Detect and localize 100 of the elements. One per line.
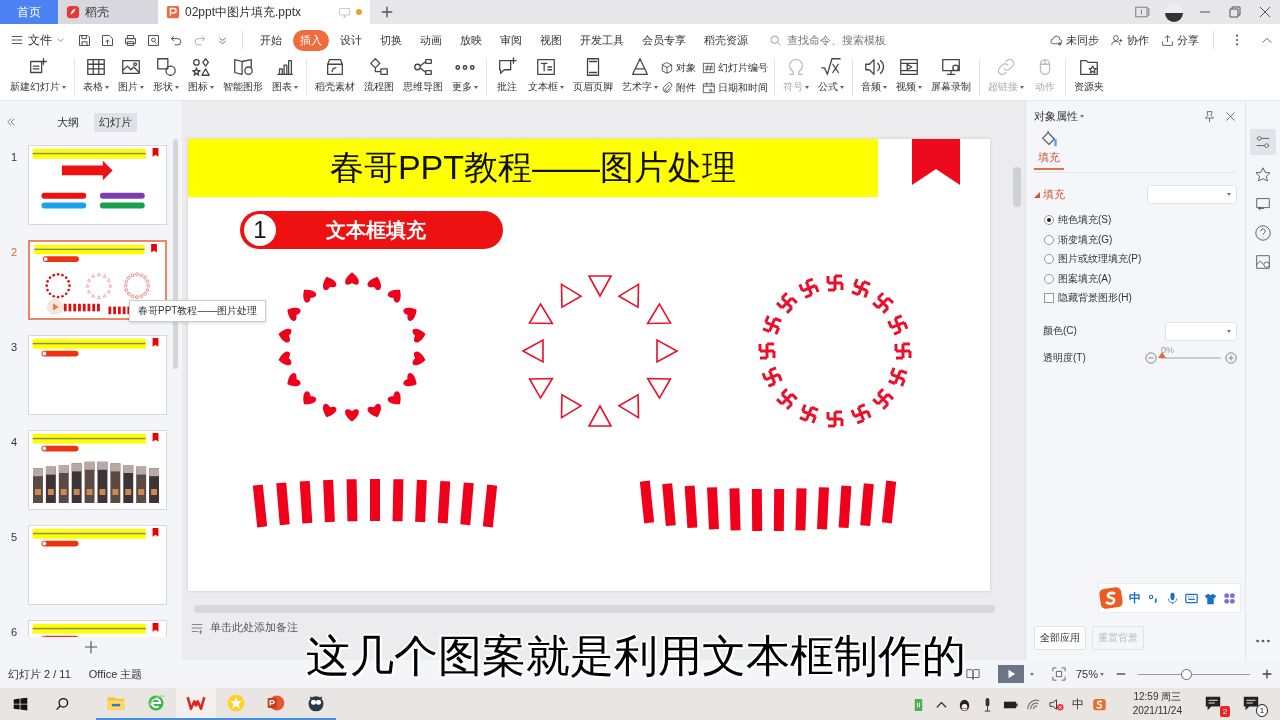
input-method-icon[interactable] [1099,586,1123,610]
zoom-in-icon[interactable] [1260,667,1274,681]
ribbon-button[interactable]: 音频 [859,56,889,94]
preview-icon[interactable] [146,32,161,48]
document-tab[interactable]: 首页 [0,0,58,24]
bird-app-icon[interactable] [306,693,326,713]
pane-tab[interactable]: 大纲 [52,112,84,132]
ribbon-button[interactable]: 幻灯片编号 [702,59,768,77]
menu-tab[interactable]: 审阅 [493,29,529,51]
new-tab-icon[interactable] [380,5,394,19]
close-icon[interactable] [1257,4,1273,20]
avatar[interactable] [1164,2,1184,22]
ribbon-button[interactable]: 屏幕录制 [929,56,973,94]
ribbon-button[interactable]: 页眉页脚 [571,56,615,94]
ribbon-button[interactable]: 流程图 [362,56,396,94]
slide-thumbnail[interactable] [28,335,167,415]
star-app-icon[interactable] [226,693,246,713]
ribbon-button[interactable]: 日期和时间 [702,79,768,97]
pin-icon[interactable] [1203,110,1216,123]
ribbon-button[interactable]: 稻壳素材 [313,56,357,94]
fit-window-icon[interactable] [1051,667,1066,681]
ribbon-button[interactable]: 新建幻灯片 [8,56,68,94]
ribbon-button[interactable]: 更多 [450,56,480,94]
file-menu[interactable]: 文件 [10,31,65,49]
plus-icon[interactable] [1225,351,1237,364]
slide-thumbnail[interactable] [28,525,167,605]
document-tab[interactable]: 02ppt中图片填充.pptx [158,0,370,24]
document-tab[interactable]: 稻壳 [58,0,158,24]
ribbon-button[interactable]: 视频 [894,56,924,94]
book-icon[interactable] [965,667,980,681]
zoom-level[interactable]: 75% [1075,668,1104,680]
menu-tab[interactable]: 设计 [333,29,369,51]
menu-tab[interactable]: 切换 [373,29,409,51]
slider-thumb[interactable] [1181,668,1193,680]
shirt-icon[interactable] [1204,591,1217,605]
window-layout-icon[interactable] [1135,4,1151,20]
image-settings-icon[interactable] [1254,253,1272,271]
search-icon[interactable] [54,695,71,713]
microphone-icon[interactable] [1166,591,1179,605]
minus-icon[interactable] [1145,351,1157,364]
ribbon-button[interactable]: 图片 [116,56,146,94]
save-icon[interactable] [77,32,92,48]
slide-thumbnail[interactable] [28,145,167,225]
input-method-icon[interactable] [1091,696,1107,712]
radio-button[interactable] [1044,254,1054,265]
ime-mode[interactable]: 中 [1129,589,1141,607]
section-header[interactable]: 填充 [1034,187,1065,202]
export-icon[interactable] [100,32,115,48]
menu-tab[interactable]: 开始 [253,29,289,51]
message-icon[interactable] [1204,694,1222,712]
properties-icon[interactable] [1250,129,1276,155]
panel-button[interactable]: 全部应用 [1034,626,1086,650]
ribbon-button[interactable]: 附件 [660,79,696,97]
slide-thumbnail[interactable] [28,430,167,510]
slider-thumb[interactable] [1158,351,1166,358]
ribbon-button[interactable]: 形状 [151,56,181,94]
help-icon[interactable] [1254,224,1272,242]
ribbon-button[interactable]: 表格 [81,56,111,94]
restore-icon[interactable] [1227,4,1243,20]
menu-tab[interactable]: 开发工具 [573,29,631,51]
pane-tab[interactable]: 幻灯片 [94,112,137,132]
apps-icon[interactable] [1223,591,1236,605]
play-button[interactable] [997,665,1024,683]
star-icon[interactable] [1254,166,1272,184]
close-icon[interactable] [1224,110,1237,123]
ribbon-button[interactable]: 对象 [660,59,696,77]
ribbon-button[interactable]: 文本框 [526,56,566,94]
search-field[interactable]: 查找命令、搜索模板 [769,33,899,47]
menu-tab[interactable]: 稻壳资源 [697,29,755,51]
speaker-muted-icon[interactable] [1048,696,1064,712]
print-icon[interactable] [123,32,138,48]
radio-button[interactable] [1044,215,1054,226]
fill-tab[interactable]: 填充 [1034,130,1064,170]
radio-button[interactable] [1044,273,1054,284]
add-slide-icon[interactable] [84,640,98,654]
start-icon[interactable] [12,695,29,713]
input-language[interactable]: 中 [1071,695,1084,713]
presentation-app-icon[interactable] [266,693,286,713]
menu-tab[interactable]: 动画 [413,29,449,51]
ribbon-button[interactable]: 图表 [270,56,300,94]
radio-button[interactable] [1044,234,1054,245]
collapse-pane-icon[interactable] [6,117,16,127]
toolbar-action[interactable]: 未同步 [1050,32,1099,48]
ribbon-button[interactable]: 批注 [493,56,521,94]
toolbar-action[interactable]: 协作 [1111,32,1149,48]
menu-tab[interactable]: 放映 [453,29,489,51]
color-dropdown[interactable] [1165,321,1237,341]
browser-icon[interactable] [146,693,166,713]
keyboard-icon[interactable] [1185,591,1198,605]
caret-icon[interactable] [1029,672,1034,676]
scrollbar[interactable] [1013,167,1021,207]
ribbon-button[interactable]: 资源夹 [1072,56,1106,94]
ribbon-button[interactable]: 艺术字 [620,56,660,94]
ribbon-button[interactable]: 智能图形 [221,56,265,94]
checkbox[interactable] [1044,293,1054,304]
ribbon-button[interactable]: 图标 [186,56,216,94]
transition-icon[interactable] [1254,195,1272,213]
message-icon[interactable] [1242,694,1260,712]
menu-tab[interactable]: 视图 [533,29,569,51]
play-icon[interactable] [46,298,64,316]
